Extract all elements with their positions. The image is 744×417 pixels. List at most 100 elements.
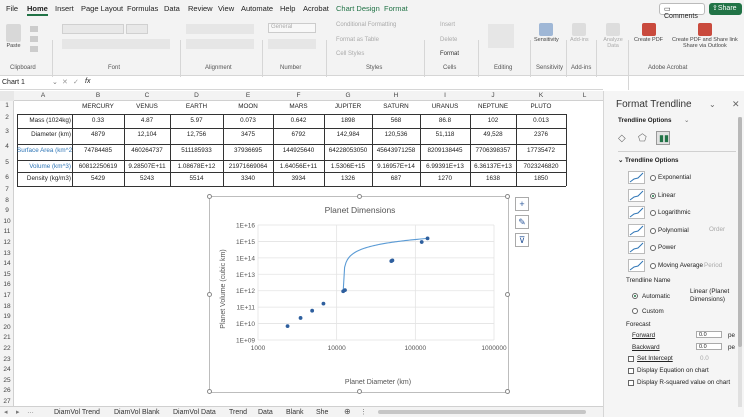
table-cell[interactable]: 0.013 [516, 116, 566, 126]
column-header-k[interactable]: K [516, 92, 566, 99]
forward-input[interactable]: 0.0 [696, 331, 722, 338]
x-axis-title[interactable]: Planet Diameter (km) [345, 379, 411, 386]
row-header-3[interactable]: 3 [0, 128, 14, 135]
copy-icon[interactable] [30, 36, 38, 42]
enter-icon[interactable]: ✓ [73, 78, 79, 86]
pane-scrollbar[interactable] [738, 117, 742, 407]
format-painter-icon[interactable] [30, 46, 38, 52]
menu-insert[interactable]: Insert [55, 4, 74, 13]
trendline-type-radio[interactable] [650, 245, 656, 251]
format-as-table-button[interactable]: Format as Table [336, 37, 379, 43]
resize-handle[interactable] [207, 194, 212, 199]
row-header-11[interactable]: 11 [0, 228, 14, 235]
table-cell[interactable]: 1270 [420, 174, 470, 184]
add-sheet-icon[interactable]: ⊕ [344, 407, 351, 416]
row-header-27[interactable]: 27 [0, 398, 14, 405]
row-header-18[interactable]: 18 [0, 303, 14, 310]
data-point[interactable] [321, 301, 326, 306]
display-r-squared-checkbox[interactable] [628, 380, 634, 386]
data-point[interactable] [298, 316, 303, 320]
row-header-24[interactable]: 24 [0, 366, 14, 373]
create-pdf-button[interactable]: Create PDF [634, 23, 663, 43]
column-header-d[interactable]: D [170, 92, 223, 99]
trendline-type-radio[interactable] [650, 227, 656, 234]
row-header-26[interactable]: 26 [0, 387, 14, 394]
table-cell[interactable]: 60812250619 [72, 162, 124, 172]
column-header-j[interactable]: J [470, 92, 516, 99]
comments-button[interactable]: ▭ Comments [659, 3, 705, 20]
sheet-tab[interactable]: Trend [229, 409, 247, 416]
table-cell[interactable]: 9.28507E+11 [124, 162, 170, 172]
table-cell[interactable]: 144925640 [273, 146, 324, 156]
table-cell[interactable]: 1.5306E+15 [324, 162, 372, 172]
chart-area[interactable]: Planet Dimensions Planet Diameter (km) P… [207, 194, 510, 394]
formula-input[interactable] [95, 78, 600, 88]
set-intercept-checkbox[interactable] [628, 356, 634, 362]
resize-handle[interactable] [207, 292, 212, 297]
table-cell[interactable]: 7706398357 [470, 146, 516, 156]
table-cell[interactable]: 460264737 [124, 146, 170, 156]
table-cell[interactable]: 1326 [324, 174, 372, 184]
number-format-buttons[interactable] [268, 39, 316, 49]
table-cell[interactable]: 45643971258 [372, 146, 420, 156]
table-cell[interactable]: 1.08678E+12 [170, 162, 223, 172]
column-header-h[interactable]: H [372, 92, 420, 99]
data-point[interactable] [389, 259, 394, 263]
table-cell[interactable]: 6792 [273, 130, 324, 140]
name-box[interactable]: Chart 1 [2, 79, 25, 86]
resize-handle[interactable] [505, 389, 510, 394]
menu-data[interactable]: Data [164, 4, 180, 13]
table-cell[interactable]: 7023246820 [516, 162, 566, 172]
table-cell[interactable]: 0.073 [223, 116, 273, 126]
y-axis-title[interactable]: Planet Volume (cubic km) [220, 249, 227, 328]
row-header-15[interactable]: 15 [0, 271, 14, 278]
row-header-21[interactable]: 21 [0, 334, 14, 341]
table-cell[interactable]: 5429 [72, 174, 124, 184]
table-cell[interactable]: 3934 [273, 174, 324, 184]
chevron-down-icon[interactable]: ⌄ [52, 78, 58, 86]
data-point[interactable] [425, 236, 430, 241]
table-cell[interactable]: 49,528 [470, 130, 516, 140]
table-cell[interactable]: 12,756 [170, 130, 223, 140]
data-point[interactable] [419, 240, 424, 244]
sheet-tab[interactable]: DiamVol Trend [54, 409, 100, 416]
menu-format[interactable]: Format [384, 4, 408, 13]
conditional-formatting-button[interactable]: Conditional Formatting [336, 22, 396, 28]
table-cell[interactable]: 3340 [223, 174, 273, 184]
table-cell[interactable]: 120,536 [372, 130, 420, 140]
trendline-options-tab[interactable]: ▮▮ [656, 131, 670, 145]
row-header-5[interactable]: 5 [0, 159, 14, 166]
resize-handle[interactable] [357, 194, 362, 199]
row-header-2[interactable]: 2 [0, 114, 14, 121]
table-cell[interactable]: 5.97 [170, 116, 223, 126]
resize-handle[interactable] [505, 292, 510, 297]
display-equation-checkbox[interactable] [628, 368, 634, 374]
row-header-13[interactable]: 13 [0, 250, 14, 257]
row-header-4[interactable]: 4 [0, 143, 14, 150]
options-dropdown[interactable]: Trendline Options [618, 117, 672, 124]
table-cell[interactable]: 64228053050 [324, 146, 372, 156]
add-ins-button[interactable]: Add-ins [570, 23, 589, 43]
menu-home[interactable]: Home [27, 4, 48, 16]
trendline-type-radio[interactable] [650, 210, 656, 216]
row-header-22[interactable]: 22 [0, 345, 14, 352]
sheet-options-icon[interactable]: ⋮ [360, 408, 367, 416]
row-header-20[interactable]: 20 [0, 324, 14, 331]
menu-page-layout[interactable]: Page Layout [81, 4, 123, 13]
table-cell[interactable]: 568 [372, 116, 420, 126]
table-cell[interactable]: 1.64056E+11 [273, 162, 324, 172]
cancel-icon[interactable]: ✕ [62, 78, 68, 86]
insert-cells-button[interactable]: Insert [440, 22, 455, 28]
data-point[interactable] [343, 288, 347, 293]
table-cell[interactable]: 5514 [170, 174, 223, 184]
menu-chart-design[interactable]: Chart Design [336, 4, 380, 13]
table-cell[interactable]: 2376 [516, 130, 566, 140]
table-cell[interactable]: 1638 [470, 174, 516, 184]
paste-button[interactable]: Paste [6, 24, 21, 49]
sensitivity-button[interactable]: Sensitivity [534, 23, 559, 43]
row-header-19[interactable]: 19 [0, 313, 14, 320]
table-cell[interactable]: 51,118 [420, 130, 470, 140]
column-header-c[interactable]: C [124, 92, 170, 99]
resize-handle[interactable] [207, 389, 212, 394]
menu-review[interactable]: Review [188, 4, 213, 13]
